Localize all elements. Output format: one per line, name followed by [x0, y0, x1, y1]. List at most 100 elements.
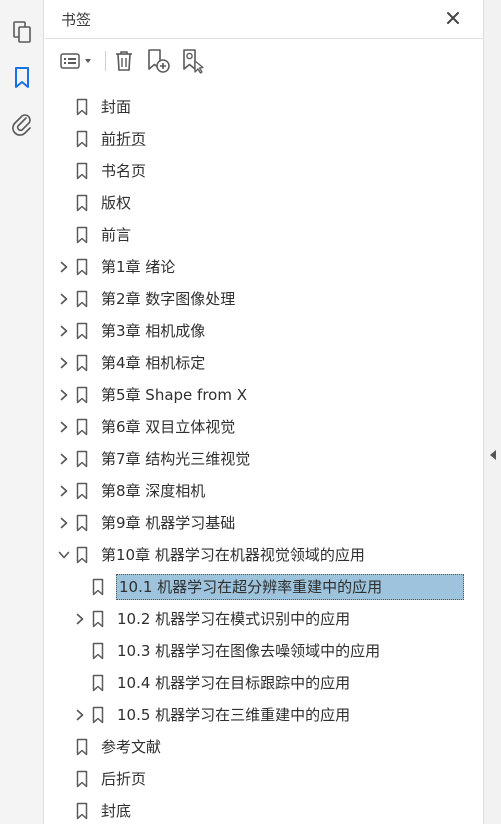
- bookmark-item[interactable]: 第1章 绪论: [57, 252, 178, 282]
- bookmark-subitem[interactable]: 10.2 机器学习在模式识别中的应用: [73, 604, 353, 634]
- bookmark-item[interactable]: 第2章 数字图像处理: [57, 284, 238, 314]
- options-menu-icon: [60, 53, 80, 69]
- toggle-spacer: [73, 572, 87, 602]
- bookmark-label: 第9章 机器学习基础: [101, 514, 236, 532]
- bookmark-label: 封面: [101, 98, 132, 116]
- bookmark-icon: [75, 124, 89, 154]
- bookmark-item[interactable]: 版权: [57, 188, 134, 218]
- bookmark-item[interactable]: 封底: [57, 796, 134, 826]
- bookmark-icon: [91, 700, 105, 730]
- bookmark-icon: [75, 508, 89, 538]
- attachment-icon[interactable]: [8, 110, 36, 138]
- bookmark-icon: [75, 540, 89, 570]
- chevron-right-icon[interactable]: [73, 604, 87, 634]
- toggle-spacer: [57, 188, 71, 218]
- bookmark-label: 10.1 机器学习在超分辨率重建中的应用: [116, 574, 464, 600]
- collapse-arrow-icon[interactable]: [487, 446, 499, 464]
- panel-header: 书签: [45, 0, 483, 38]
- bookmark-item[interactable]: 第7章 结构光三维视觉: [57, 444, 253, 474]
- bookmark-label: 前言: [101, 226, 132, 244]
- bookmark-label: 10.3 机器学习在图像去噪领域中的应用: [117, 642, 381, 660]
- panel-title: 书签: [61, 11, 92, 29]
- bookmark-icon[interactable]: [8, 64, 36, 92]
- close-icon[interactable]: [441, 6, 465, 30]
- toggle-spacer: [57, 732, 71, 762]
- find-bookmark-icon[interactable]: [179, 48, 207, 74]
- bookmark-icon: [75, 732, 89, 762]
- chevron-right-icon[interactable]: [57, 476, 71, 506]
- options-menu-button[interactable]: [59, 48, 97, 74]
- bookmark-item[interactable]: 后折页: [57, 764, 149, 794]
- bookmark-icon: [75, 252, 89, 282]
- bookmark-item[interactable]: 参考文献: [57, 732, 164, 762]
- bookmark-label: 封底: [101, 802, 132, 820]
- delete-icon[interactable]: [111, 48, 137, 74]
- bookmark-label: 10.2 机器学习在模式识别中的应用: [117, 610, 351, 628]
- chevron-right-icon[interactable]: [57, 252, 71, 282]
- bookmark-label: 第8章 深度相机: [101, 482, 206, 500]
- bookmark-item[interactable]: 第8章 深度相机: [57, 476, 208, 506]
- bookmark-subitem[interactable]: 10.4 机器学习在目标跟踪中的应用: [73, 668, 353, 698]
- bookmark-toolbar: [45, 39, 483, 83]
- bookmark-icon: [75, 444, 89, 474]
- bookmark-item[interactable]: 第4章 相机标定: [57, 348, 208, 378]
- bookmark-icon: [75, 284, 89, 314]
- bookmark-icon: [75, 92, 89, 122]
- bookmark-icon: [75, 764, 89, 794]
- bookmark-icon: [91, 668, 105, 698]
- bookmark-label: 版权: [101, 194, 132, 212]
- bookmark-label: 书名页: [101, 162, 147, 180]
- bookmark-label: 参考文献: [101, 738, 162, 756]
- bookmark-item[interactable]: 前言: [57, 220, 134, 250]
- bookmark-subitem[interactable]: 10.3 机器学习在图像去噪领域中的应用: [73, 636, 383, 666]
- bookmark-icon: [75, 156, 89, 186]
- toggle-spacer: [57, 124, 71, 154]
- bookmark-label: 前折页: [101, 130, 147, 148]
- bookmark-item[interactable]: 第6章 双目立体视觉: [57, 412, 238, 442]
- bookmark-icon: [91, 572, 105, 602]
- chevron-right-icon[interactable]: [57, 380, 71, 410]
- toggle-spacer: [57, 156, 71, 186]
- panel-collapse-strip: [483, 0, 501, 824]
- bookmark-icon: [75, 412, 89, 442]
- bookmark-label: 10.5 机器学习在三维重建中的应用: [117, 706, 351, 724]
- bookmark-icon: [75, 796, 89, 826]
- bookmark-item[interactable]: 第10章 机器学习在机器视觉领域的应用: [57, 540, 368, 570]
- bookmark-icon: [75, 316, 89, 346]
- chevron-right-icon[interactable]: [57, 348, 71, 378]
- bookmark-item[interactable]: 第9章 机器学习基础: [57, 508, 238, 538]
- new-bookmark-icon[interactable]: [144, 48, 172, 74]
- bookmark-label: 第4章 相机标定: [101, 354, 206, 372]
- bookmarks-panel: 书签 封面 前折页 书名页 版权 前言 第1章 绪论 第2章 数字图像处理 第3…: [45, 0, 483, 824]
- bookmark-item[interactable]: 前折页: [57, 124, 149, 154]
- bookmark-subitem[interactable]: 10.5 机器学习在三维重建中的应用: [73, 700, 353, 730]
- chevron-right-icon[interactable]: [57, 412, 71, 442]
- bookmark-item[interactable]: 封面: [57, 92, 134, 122]
- bookmark-label: 第2章 数字图像处理: [101, 290, 236, 308]
- chevron-right-icon[interactable]: [57, 284, 71, 314]
- bookmark-label: 第1章 绪论: [101, 258, 176, 276]
- chevron-right-icon[interactable]: [57, 316, 71, 346]
- pages-icon[interactable]: [8, 18, 36, 46]
- toolbar-divider: [105, 51, 106, 71]
- bookmark-icon: [91, 636, 105, 666]
- chevron-right-icon[interactable]: [57, 444, 71, 474]
- toggle-spacer: [57, 92, 71, 122]
- bookmark-icon: [75, 476, 89, 506]
- bookmark-icon: [75, 348, 89, 378]
- bookmark-label: 第5章 Shape from X: [101, 386, 248, 404]
- bookmark-label: 10.4 机器学习在目标跟踪中的应用: [117, 674, 351, 692]
- bookmark-item[interactable]: 第5章 Shape from X: [57, 380, 250, 410]
- bookmark-label: 后折页: [101, 770, 147, 788]
- bookmark-item[interactable]: 书名页: [57, 156, 149, 186]
- navigation-rail: [0, 0, 44, 824]
- chevron-down-icon[interactable]: [57, 540, 71, 570]
- bookmark-icon: [75, 220, 89, 250]
- bookmark-subitem[interactable]: 10.1 机器学习在超分辨率重建中的应用: [73, 572, 464, 602]
- bookmark-icon: [75, 380, 89, 410]
- bookmark-label: 第6章 双目立体视觉: [101, 418, 236, 436]
- bookmark-item[interactable]: 第3章 相机成像: [57, 316, 208, 346]
- bookmark-label: 第7章 结构光三维视觉: [101, 450, 251, 468]
- chevron-right-icon[interactable]: [73, 700, 87, 730]
- chevron-right-icon[interactable]: [57, 508, 71, 538]
